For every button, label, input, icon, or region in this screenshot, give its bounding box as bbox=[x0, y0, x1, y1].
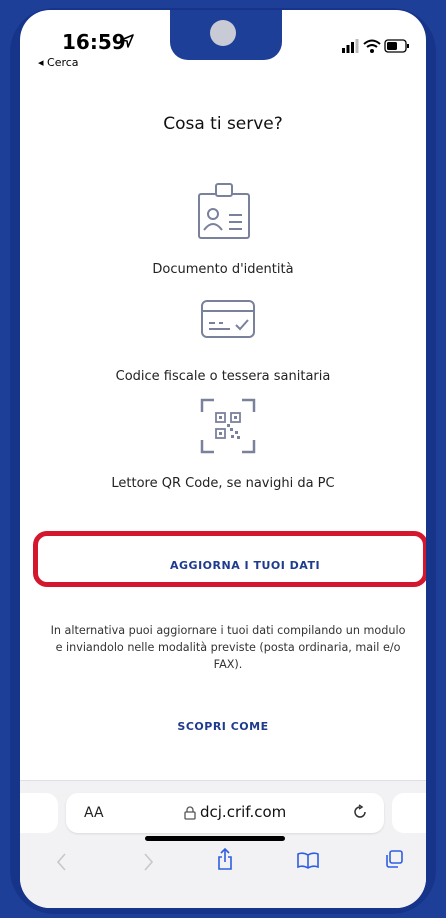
url-text: dcj.crif.com bbox=[200, 803, 287, 821]
back-chevron-icon[interactable] bbox=[54, 851, 70, 873]
bookmarks-icon[interactable] bbox=[296, 851, 320, 869]
alternative-text: In alternativa puoi aggiornare i tuoi da… bbox=[50, 624, 406, 671]
reload-icon[interactable] bbox=[352, 804, 368, 820]
id-badge-icon bbox=[198, 183, 250, 239]
phone-screen: 16:59 ◂ Cerca Cosa ti serve? Documento d… bbox=[20, 10, 426, 908]
camera-icon bbox=[210, 20, 236, 46]
page-title: Cosa ti serve? bbox=[163, 114, 283, 134]
share-icon[interactable] bbox=[216, 847, 234, 871]
tabs-icon[interactable] bbox=[384, 849, 404, 869]
item-label-identity-document: Documento d'identità bbox=[152, 262, 294, 277]
previous-tab-pill[interactable] bbox=[20, 793, 58, 833]
health-card-icon bbox=[201, 300, 255, 338]
text-size-button[interactable]: AA bbox=[84, 805, 104, 821]
battery-icon bbox=[384, 39, 409, 53]
qr-code-icon bbox=[200, 398, 256, 454]
status-icons bbox=[342, 39, 409, 53]
lock-icon bbox=[184, 806, 196, 820]
signal-icon bbox=[342, 39, 359, 53]
home-indicator bbox=[145, 836, 285, 841]
address-bar[interactable]: AA dcj.crif.com bbox=[66, 793, 384, 833]
location-arrow-icon bbox=[120, 34, 134, 48]
safari-browser-bar: AA dcj.crif.com bbox=[20, 780, 426, 908]
back-to-search-link[interactable]: ◂ Cerca bbox=[38, 56, 79, 69]
item-label-tax-code: Codice fiscale o tessera sanitaria bbox=[115, 369, 331, 384]
page-content: Cosa ti serve? Documento d'identità Codi… bbox=[20, 80, 426, 780]
update-data-button[interactable]: AGGIORNA I TUOI DATI bbox=[170, 559, 320, 572]
discover-how-link[interactable]: SCOPRI COME bbox=[20, 720, 426, 733]
next-tab-pill[interactable] bbox=[392, 793, 426, 833]
status-bar: 16:59 ◂ Cerca bbox=[20, 10, 426, 80]
item-label-qr-reader: Lettore QR Code, se navighi da PC bbox=[111, 476, 335, 491]
forward-chevron-icon[interactable] bbox=[140, 851, 156, 873]
status-time: 16:59 bbox=[62, 30, 126, 54]
wifi-icon bbox=[363, 39, 381, 53]
